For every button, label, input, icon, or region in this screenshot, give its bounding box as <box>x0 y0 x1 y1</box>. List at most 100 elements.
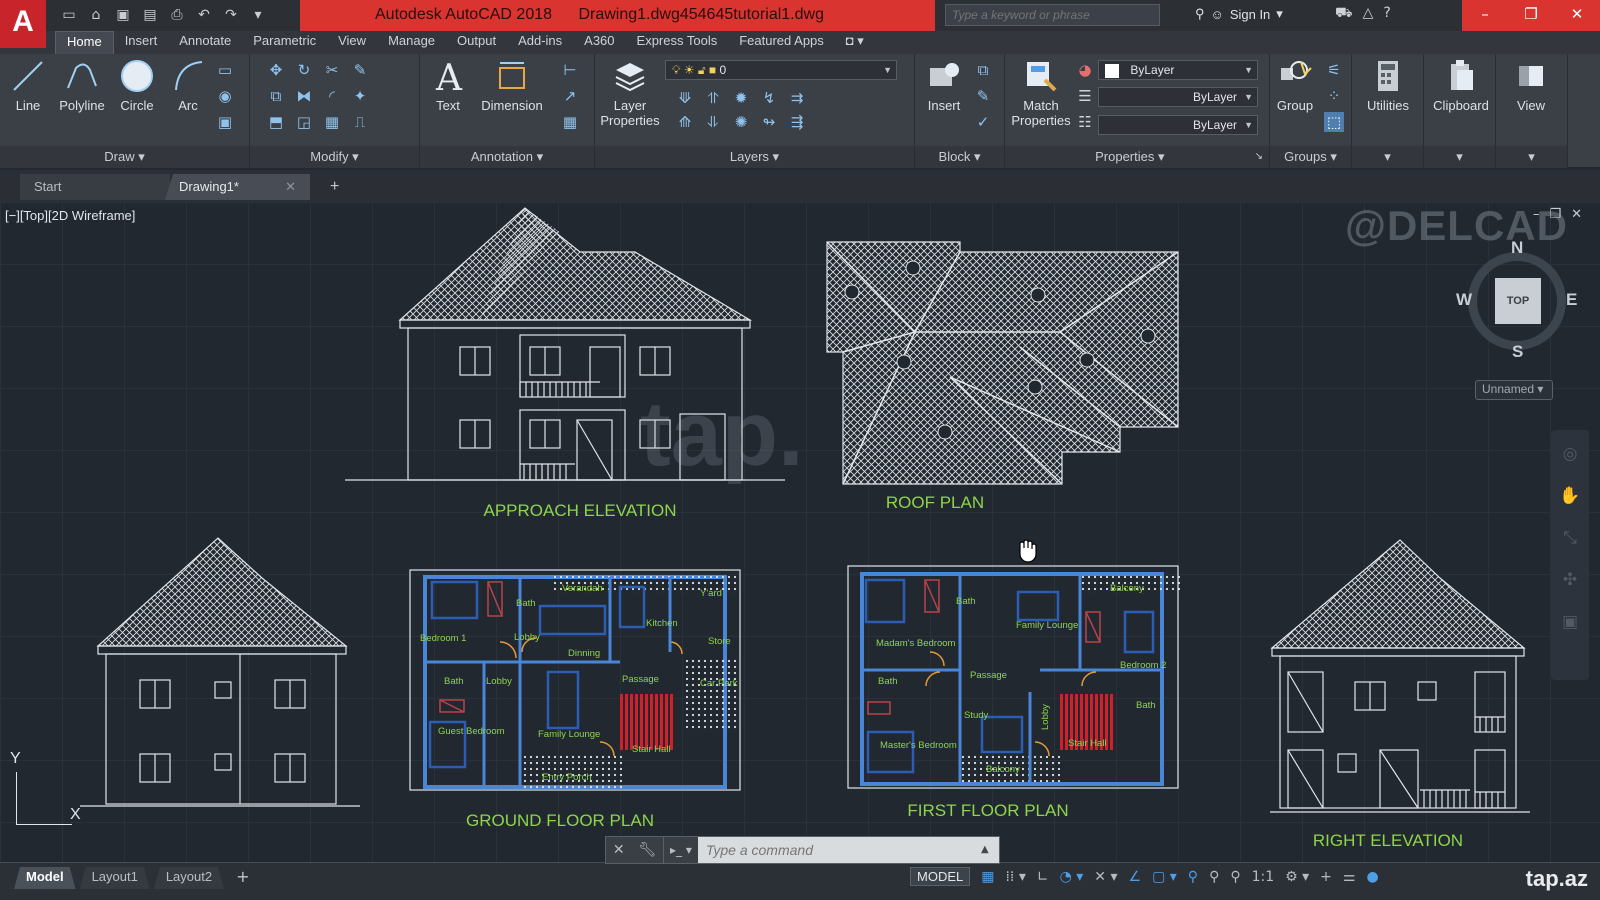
modify-panel-title[interactable]: Modify ▾ <box>250 146 419 168</box>
annotation-scale-icon[interactable]: ⚲ <box>1230 869 1240 885</box>
ground-floor-plan[interactable]: Bedroom 1 Bath Lobby Verandah Kitchen St… <box>409 569 741 791</box>
close-tab-icon[interactable]: ✕ <box>285 179 296 195</box>
current-layer-dropdown[interactable]: 💡︎ ☀ 🔓︎ ■ 0 ▼ <box>665 60 897 80</box>
properties-panel-title[interactable]: Properties ▾ ↘ <box>1005 146 1269 168</box>
undo-icon[interactable]: ↶ <box>193 4 215 26</box>
group-button[interactable]: Group <box>1272 58 1318 113</box>
clipboard-button[interactable]: Clipboard <box>1426 58 1496 113</box>
layout2-tab[interactable]: Layout2 <box>154 867 224 889</box>
start-tab[interactable]: Start <box>20 174 170 200</box>
dimension-button[interactable]: Dimension <box>472 58 552 113</box>
scale-icon[interactable]: ◲ <box>294 112 314 132</box>
command-prompt-icon[interactable]: ▸_ ▾ <box>664 843 698 857</box>
hatch-icon[interactable]: ◉ <box>215 86 235 106</box>
explode-icon[interactable]: ✦ <box>350 86 370 106</box>
first-floor-plan[interactable]: Madam's Bedroom Bath Family Lounge Balco… <box>847 565 1180 789</box>
ortho-icon[interactable]: ∟ <box>1037 869 1049 885</box>
pan-icon[interactable]: ✋ <box>1559 486 1580 506</box>
linetype-dropdown[interactable]: ByLayer ▼ <box>1098 87 1258 107</box>
sign-in-button[interactable]: ⚲ ☺ Sign In ▾ <box>1195 6 1283 22</box>
zoom-extents-icon[interactable]: ⤡ <box>1563 528 1577 548</box>
text-button[interactable]: A Text <box>428 58 468 113</box>
cart-icon[interactable]: ⛟ <box>1335 5 1353 23</box>
model-tab[interactable]: Model <box>14 867 76 889</box>
annotation-panel-title[interactable]: Annotation ▾ <box>420 146 594 168</box>
model-space-button[interactable]: MODEL <box>910 867 971 886</box>
layout1-tab[interactable]: Layout1 <box>80 867 150 889</box>
ungroup-icon[interactable]: ⚟ <box>1324 60 1344 80</box>
layer-freeze-icon[interactable]: ✹ <box>731 88 751 108</box>
tab-output[interactable]: Output <box>446 31 507 54</box>
print-icon[interactable]: ⎙ <box>166 4 188 26</box>
viewcube[interactable]: TOP N S E W <box>1456 238 1577 362</box>
layer-on-all-icon[interactable]: ↬ <box>759 112 779 132</box>
grid-icon[interactable]: ▦ <box>981 869 994 885</box>
edit-block-icon[interactable]: ✎ <box>973 86 993 106</box>
copy-icon[interactable]: ⧉ <box>266 86 286 106</box>
match-properties-button[interactable]: Match Properties <box>1011 58 1071 128</box>
close-icon[interactable]: ✕ <box>613 842 625 858</box>
settings-gear-icon[interactable]: ⚙ ▾ <box>1285 869 1309 885</box>
circle-button[interactable]: Circle <box>114 58 160 113</box>
viewcube-top-face[interactable]: TOP <box>1495 278 1541 324</box>
polar-icon[interactable]: ◔ ▾ <box>1060 869 1084 885</box>
tab-featured-apps[interactable]: Featured Apps <box>728 31 835 54</box>
lineweight-dropdown[interactable]: ByLayer ▼ <box>1098 115 1258 135</box>
layer-thaw-icon[interactable]: ✺ <box>731 112 751 132</box>
redo-icon[interactable]: ↷ <box>220 4 242 26</box>
roof-plan[interactable] <box>826 241 1179 485</box>
rotate-icon[interactable]: ↻ <box>294 60 314 80</box>
command-input[interactable] <box>697 837 981 863</box>
new-tab-button[interactable]: + <box>322 174 350 200</box>
layers-panel-title[interactable]: Layers ▾ <box>595 146 914 168</box>
layer-match-icon[interactable]: ⥣ <box>703 88 723 108</box>
tab-parametric[interactable]: Parametric <box>242 31 327 54</box>
object-snap-icon[interactable]: ▢ ▾ <box>1152 869 1177 885</box>
snap-icon[interactable]: ⁞⁞ ▾ <box>1005 869 1025 885</box>
draw-panel-title[interactable]: Draw ▾ <box>0 146 249 168</box>
tab-insert[interactable]: Insert <box>114 31 169 54</box>
mirror-icon[interactable]: ⧓ <box>294 86 314 106</box>
save-icon[interactable]: ▣ <box>112 4 134 26</box>
ribbon-options-icon[interactable]: ◘ ▾ <box>835 31 875 54</box>
insert-block-button[interactable]: Insert <box>919 58 969 113</box>
object-snap-tracking-icon[interactable]: ∠ <box>1129 869 1142 885</box>
utilities-panel-title[interactable]: ▾ <box>1352 146 1423 168</box>
trim-icon[interactable]: ✂ <box>322 60 342 80</box>
binoculars-icon[interactable]: ⚲ <box>1195 6 1205 22</box>
compass-east[interactable]: E <box>1566 290 1577 310</box>
rectangle-icon[interactable]: ▭ <box>215 60 235 80</box>
table-icon[interactable]: ▦ <box>560 112 580 132</box>
move-icon[interactable]: ✥ <box>266 60 286 80</box>
application-menu-button[interactable]: A <box>0 0 46 48</box>
units-icon[interactable]: ⚌ <box>1343 869 1356 885</box>
layer-properties-button[interactable]: Layer Properties <box>595 58 665 128</box>
fillet-icon[interactable]: ◜ <box>322 86 342 106</box>
polyline-button[interactable]: Polyline <box>52 58 112 113</box>
scale-value[interactable]: 1:1 <box>1252 869 1275 885</box>
plus-icon[interactable]: + <box>1320 869 1332 885</box>
clipboard-panel-title[interactable]: ▾ <box>1424 146 1495 168</box>
drawing-viewport[interactable]: [−][Top][2D Wireframe] – ❐ ✕ APPROACH EL… <box>0 202 1600 862</box>
line-button[interactable]: Line <box>8 58 48 113</box>
command-history-icon[interactable]: ▲ <box>981 837 999 863</box>
compass-west[interactable]: W <box>1456 290 1472 310</box>
new-file-icon[interactable]: ▭ <box>58 4 80 26</box>
erase-icon[interactable]: ✎ <box>350 60 370 80</box>
showmotion-icon[interactable]: ▣ <box>1562 612 1578 632</box>
help-icon[interactable]: ? <box>1383 5 1390 23</box>
isolate-objects-icon[interactable]: ● <box>1366 869 1378 885</box>
save-as-icon[interactable]: ▤ <box>139 4 161 26</box>
array-icon[interactable]: ▦ <box>322 112 342 132</box>
orbit-icon[interactable]: ✣ <box>1563 570 1577 590</box>
ucs-menu-button[interactable]: Unnamed ▾ <box>1475 380 1553 400</box>
groups-panel-title[interactable]: Groups ▾ <box>1270 146 1351 168</box>
tab-express-tools[interactable]: Express Tools <box>626 31 729 54</box>
view-panel-title[interactable]: ▾ <box>1496 146 1567 168</box>
drawing-tab[interactable]: Drawing1* ✕ <box>165 174 310 200</box>
leader-icon[interactable]: ↗ <box>560 86 580 106</box>
linear-dim-icon[interactable]: ⊢ <box>560 60 580 80</box>
autodesk-app-icon[interactable]: △ <box>1363 5 1374 23</box>
attribute-icon[interactable]: ✓ <box>973 112 993 132</box>
region-icon[interactable]: ▣ <box>215 112 235 132</box>
